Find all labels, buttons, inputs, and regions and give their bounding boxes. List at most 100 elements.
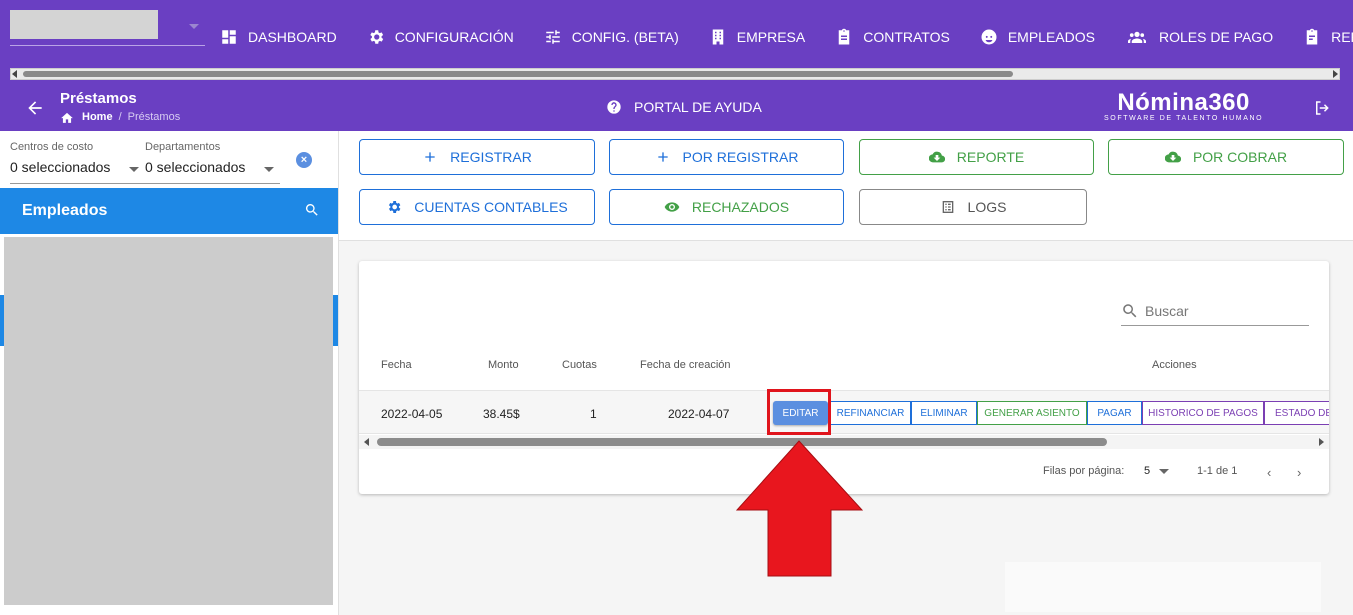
eliminar-button[interactable]: ELIMINAR: [911, 401, 977, 425]
por-registrar-button[interactable]: POR REGISTRAR: [609, 139, 844, 175]
brand-name: Nómina360: [1117, 89, 1250, 116]
scroll-right-icon[interactable]: [1333, 70, 1338, 78]
chevron-down-icon[interactable]: [264, 167, 274, 172]
department-value: 0 seleccionados: [145, 159, 246, 175]
por-registrar-label: POR REGISTRAR: [682, 149, 799, 165]
cloud-download-icon: [928, 151, 945, 163]
scroll-left-icon[interactable]: [12, 70, 17, 78]
reporte-button[interactable]: REPORTE: [859, 139, 1094, 175]
breadcrumb: Home / Préstamos: [60, 111, 180, 123]
page-header: Préstamos Home / Préstamos PORTAL DE AYU…: [0, 83, 1353, 131]
generar-asiento-button[interactable]: GENERAR ASIENTO: [977, 401, 1087, 425]
historico-pagos-button[interactable]: HISTORICO DE PAGOS: [1142, 401, 1264, 425]
cuentas-contables-label: CUENTAS CONTABLES: [414, 199, 568, 215]
nav-item-label: ROLES DE PAGO: [1158, 29, 1274, 45]
nav-links: DASHBOARD CONFIGURACIÓN CONFIG. (BETA) E…: [220, 22, 1353, 52]
registrar-button[interactable]: REGISTRAR: [359, 139, 595, 175]
nav-item-configuracion[interactable]: CONFIGURACIÓN: [367, 28, 514, 46]
company-select[interactable]: [10, 10, 205, 46]
chevron-down-icon[interactable]: [1159, 469, 1169, 474]
eye-icon: [664, 202, 680, 212]
clipboard-icon: [838, 28, 850, 45]
refinanciar-button[interactable]: REFINANCIAR: [830, 401, 911, 425]
scroll-right-icon[interactable]: [1319, 438, 1324, 446]
breadcrumb-home-label: Home: [82, 111, 113, 123]
people-icon: [1127, 31, 1146, 43]
logs-button[interactable]: LOGS: [859, 189, 1087, 225]
left-panel: Centros de costo 0 seleccionados Departa…: [0, 131, 339, 615]
face-icon: [981, 29, 997, 45]
rows-per-page-label: Filas por página:: [1043, 465, 1125, 477]
department-filter[interactable]: Departamentos 0 seleccionados: [145, 141, 245, 175]
background-patch: [1005, 562, 1321, 612]
search-icon[interactable]: [304, 202, 320, 218]
help-icon: [607, 100, 621, 114]
nav-item-label: CONFIGURACIÓN: [394, 29, 514, 45]
search-input[interactable]: Buscar: [1121, 297, 1309, 326]
rows-per-page-select[interactable]: 5: [1144, 465, 1150, 477]
report-icon: [1306, 28, 1318, 45]
rechazados-button[interactable]: RECHAZADOS: [609, 189, 844, 225]
cost-center-label: Centros de costo: [10, 141, 94, 153]
action-bar: REGISTRAR POR REGISTRAR REPORTE POR COBR…: [339, 131, 1353, 241]
logout-icon[interactable]: [1313, 99, 1331, 117]
rechazados-label: RECHAZADOS: [691, 199, 790, 215]
column-header-monto[interactable]: Monto: [488, 359, 519, 371]
cost-center-value: 0 seleccionados: [10, 159, 111, 175]
por-cobrar-button[interactable]: POR COBRAR: [1108, 139, 1344, 175]
scroll-left-icon[interactable]: [364, 438, 369, 446]
cuentas-contables-button[interactable]: CUENTAS CONTABLES: [359, 189, 595, 225]
scrollbar-thumb[interactable]: [23, 71, 1013, 77]
nav-item-label: CONTRATOS: [863, 29, 950, 45]
building-icon: [712, 29, 724, 45]
nav-scrollbar[interactable]: [10, 68, 1340, 80]
red-arrow-annotation: [736, 440, 863, 577]
column-header-acciones: Acciones: [1152, 359, 1197, 371]
estado-button[interactable]: ESTADO DE: [1264, 401, 1329, 425]
dashboard-icon: [222, 30, 236, 44]
column-header-fecha-creacion[interactable]: Fecha de creación: [640, 359, 731, 371]
nav-item-contratos[interactable]: CONTRATOS: [835, 28, 950, 46]
clear-filters-icon[interactable]: ×: [296, 152, 312, 168]
nav-item-config-beta[interactable]: CONFIG. (BETA): [544, 28, 679, 46]
cell-fecha: 2022-04-05: [381, 407, 443, 421]
help-portal-label: PORTAL DE AYUDA: [634, 99, 762, 115]
registrar-label: REGISTRAR: [450, 149, 532, 165]
cloud-download-icon: [1164, 151, 1181, 163]
cell-monto: 38.45$: [483, 407, 520, 421]
pagar-button[interactable]: PAGAR: [1087, 401, 1142, 425]
brand-logo: Nómina360 SOFTWARE DE TALENTO HUMANO: [1104, 89, 1263, 122]
top-navigation: DASHBOARD CONFIGURACIÓN CONFIG. (BETA) E…: [0, 0, 1353, 83]
nav-item-reportes[interactable]: REPORTES: [1303, 28, 1353, 46]
employees-title: Empleados: [22, 202, 108, 219]
filter-underline: [10, 183, 280, 184]
nav-item-label: CONFIG. (BETA): [571, 29, 679, 45]
breadcrumb-current: Préstamos: [127, 111, 181, 123]
nav-item-label: EMPRESA: [736, 29, 806, 45]
nav-item-empleados[interactable]: EMPLEADOS: [980, 28, 1095, 46]
plus-icon: [425, 152, 435, 162]
back-arrow-icon[interactable]: [25, 98, 45, 118]
nav-item-empresa[interactable]: EMPRESA: [709, 28, 805, 46]
nav-item-label: EMPLEADOS: [1007, 29, 1095, 45]
chevron-down-icon: [189, 24, 199, 29]
editar-highlight-box: [767, 389, 831, 435]
help-portal-link[interactable]: PORTAL DE AYUDA: [606, 99, 762, 115]
home-icon: [61, 112, 73, 123]
chevron-down-icon[interactable]: [129, 167, 139, 172]
search-icon: [1123, 304, 1137, 318]
breadcrumb-home[interactable]: Home: [60, 111, 113, 123]
chevron-left-icon[interactable]: ‹: [1267, 465, 1271, 480]
chevron-right-icon[interactable]: ›: [1297, 465, 1301, 480]
column-header-fecha[interactable]: Fecha: [381, 359, 412, 371]
nav-item-roles-de-pago[interactable]: ROLES DE PAGO: [1125, 28, 1273, 46]
logs-label: LOGS: [967, 199, 1007, 215]
pagination-range: 1-1 de 1: [1197, 465, 1238, 477]
employees-header: Empleados: [0, 188, 338, 234]
cost-center-filter[interactable]: Centros de costo 0 seleccionados: [10, 141, 110, 175]
company-name-redacted: [10, 10, 158, 39]
nav-item-dashboard[interactable]: DASHBOARD: [220, 28, 337, 46]
column-header-cuotas[interactable]: Cuotas: [562, 359, 597, 371]
department-label: Departamentos: [145, 141, 221, 153]
list-icon: [942, 201, 953, 213]
